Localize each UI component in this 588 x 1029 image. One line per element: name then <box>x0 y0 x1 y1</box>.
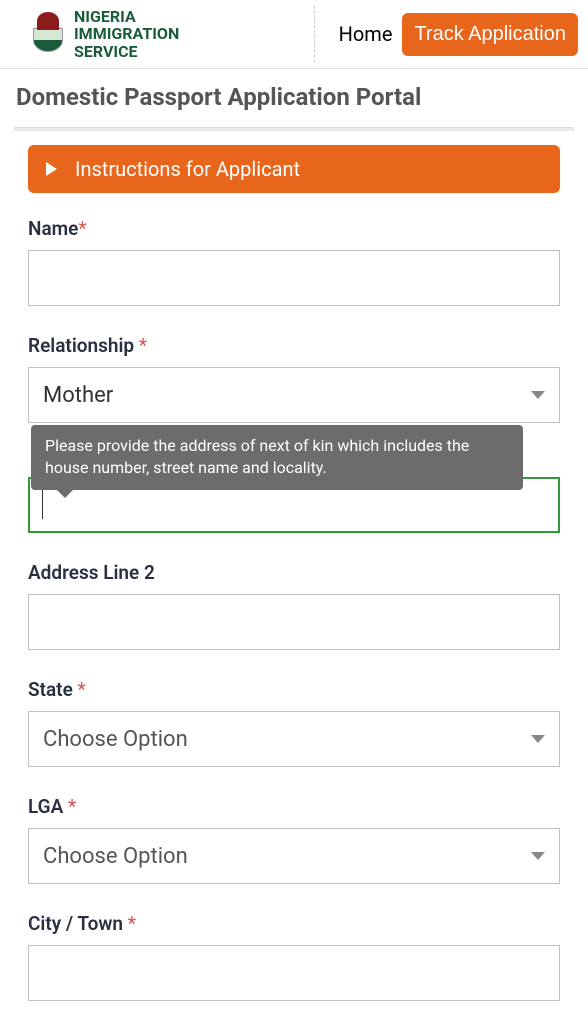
expand-icon <box>46 162 57 176</box>
address-line-2-input[interactable] <box>28 594 560 650</box>
logo-section: NIGERIA IMMIGRATION SERVICE <box>30 8 179 61</box>
chevron-down-icon <box>531 852 545 860</box>
text-cursor <box>42 489 43 519</box>
form-container: Instructions for Applicant Name* Relatio… <box>0 131 588 1001</box>
site-header: NIGERIA IMMIGRATION SERVICE Home Track A… <box>0 0 588 69</box>
top-nav: Home Track Application <box>314 6 578 62</box>
state-label: State * <box>28 678 560 701</box>
address2-field-group: Address Line 2 <box>28 561 560 650</box>
name-field-group: Name* <box>28 217 560 306</box>
address2-label: Address Line 2 <box>28 561 560 584</box>
page-title: Domestic Passport Application Portal <box>0 69 588 127</box>
relationship-field-group: Relationship * Mother <box>28 334 560 423</box>
address-tooltip: Please provide the address of next of ki… <box>31 425 523 490</box>
chevron-down-icon <box>531 735 545 743</box>
brand-text: NIGERIA IMMIGRATION SERVICE <box>74 8 179 61</box>
lga-label: LGA * <box>28 795 560 818</box>
instructions-accordion[interactable]: Instructions for Applicant <box>28 145 560 193</box>
address1-field-group: Please provide the address of next of ki… <box>28 477 560 533</box>
lga-select[interactable]: Choose Option <box>28 828 560 884</box>
name-label: Name* <box>28 217 560 240</box>
name-input[interactable] <box>28 250 560 306</box>
state-select[interactable]: Choose Option <box>28 711 560 767</box>
lga-value: Choose Option <box>43 844 188 869</box>
lga-field-group: LGA * Choose Option <box>28 795 560 884</box>
chevron-down-icon <box>531 391 545 399</box>
city-input[interactable] <box>28 945 560 1001</box>
instructions-label: Instructions for Applicant <box>75 157 300 181</box>
relationship-select[interactable]: Mother <box>28 367 560 423</box>
city-field-group: City / Town * <box>28 912 560 1001</box>
state-field-group: State * Choose Option <box>28 678 560 767</box>
relationship-value: Mother <box>43 383 113 408</box>
track-application-button[interactable]: Track Application <box>402 13 578 56</box>
city-label: City / Town * <box>28 912 560 935</box>
nis-logo-icon <box>30 12 66 56</box>
relationship-label: Relationship * <box>28 334 560 357</box>
state-value: Choose Option <box>43 727 188 752</box>
nav-home-link[interactable]: Home <box>335 16 397 52</box>
